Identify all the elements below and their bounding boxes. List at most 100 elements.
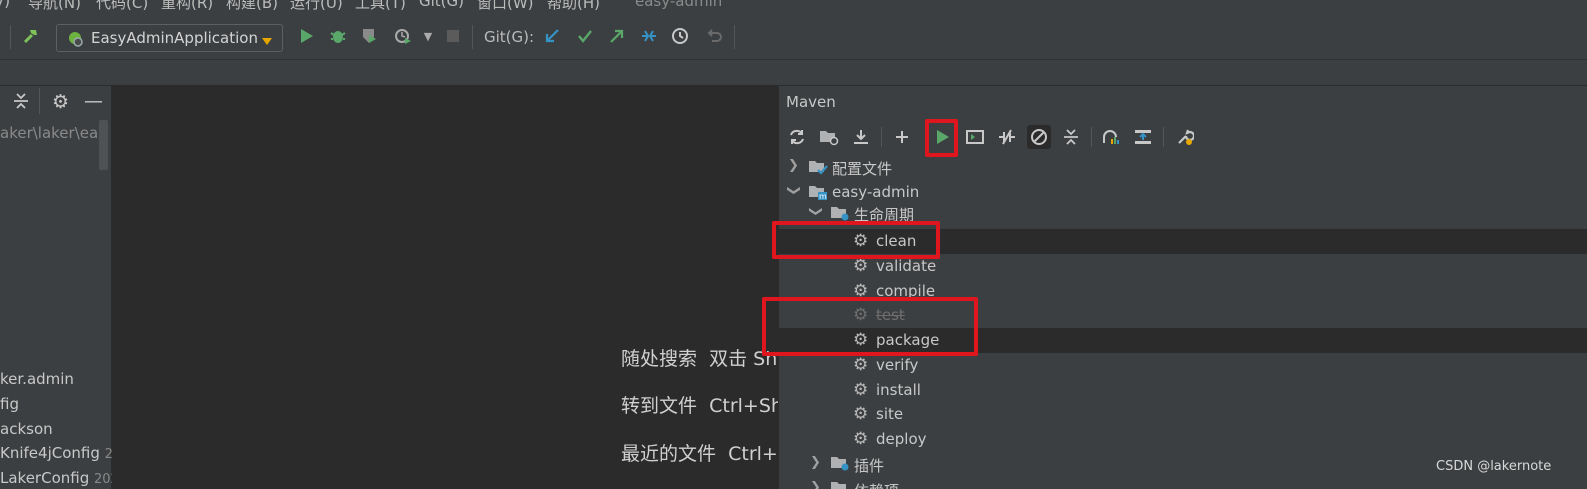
hint-label: 转到文件 [621, 395, 698, 417]
collapse-all-icon[interactable] [1059, 125, 1083, 149]
dependencies-folder-icon [830, 479, 850, 489]
navigation-bar [0, 60, 1587, 86]
hint-label: 随处搜索 [621, 348, 698, 370]
tree-item[interactable]: LakerConfig 202 [0, 469, 119, 487]
show-dependencies-icon[interactable] [1099, 125, 1123, 149]
phase-label: deploy [876, 430, 927, 448]
toggle-offline-icon[interactable] [995, 125, 1019, 149]
hint-goto-file: 转到文件 Ctrl+Sh [621, 391, 783, 418]
add-icon[interactable] [890, 125, 914, 149]
chevron-down-icon [261, 33, 273, 51]
history-clock-icon[interactable] [669, 25, 691, 47]
highlight-package [762, 297, 978, 356]
menu-view[interactable]: V) [0, 0, 10, 10]
menu-tools[interactable]: 工具(T) [355, 0, 406, 13]
profile-icon[interactable] [392, 25, 414, 47]
highlight-run-button [925, 119, 958, 157]
svg-text:m: m [819, 192, 827, 201]
build-hammer-icon[interactable] [20, 25, 42, 47]
tree-node-dependencies[interactable]: ❯ 依赖项 [778, 477, 1587, 489]
tree-node-project[interactable]: ❯ m easy-admin [778, 180, 1587, 205]
hint-search-everywhere: 随处搜索 双击 Sh [621, 344, 777, 371]
tree-item[interactable]: Knife4jConfig 2 [0, 444, 113, 462]
maven-module-icon: m [808, 183, 828, 205]
chevron-down-icon[interactable]: ❯ [786, 185, 801, 196]
skip-tests-icon[interactable] [1027, 125, 1051, 149]
tree-item[interactable]: ackson [0, 420, 53, 438]
toolbar-separator [734, 25, 735, 49]
menu-build[interactable]: 构建(B) [226, 0, 278, 13]
tree-node-profiles[interactable]: ❯ 配置文件 [778, 155, 1587, 180]
gear-icon: ⚙ [853, 404, 869, 424]
minimize-icon[interactable]: — [1527, 0, 1542, 6]
collapse-all-icon[interactable] [12, 92, 30, 114]
profiles-folder-icon [808, 158, 828, 180]
tree-item-label: LakerConfig [0, 469, 90, 487]
git-label: Git(G): [484, 28, 535, 46]
menu-git[interactable]: Git(G) [419, 0, 464, 10]
run-config-label: EasyAdminApplication [91, 29, 258, 47]
project-title: easy-admin [635, 0, 723, 10]
scrollbar-thumb[interactable] [99, 120, 108, 170]
hint-shortcut: Ctrl+Sh [709, 395, 783, 417]
tree-item-label: Knife4jConfig [0, 444, 100, 462]
toolbar-separator [472, 25, 473, 49]
chevron-right-icon[interactable]: ❯ [810, 480, 821, 489]
panel-separator [39, 88, 40, 114]
git-commit-icon[interactable] [574, 25, 596, 47]
hint-recent-files: 最近的文件 Ctrl+ [621, 439, 778, 466]
phase-label: install [876, 381, 921, 399]
stop-icon[interactable] [442, 25, 464, 47]
maven-title: Maven [786, 93, 836, 111]
hide-panel-icon[interactable]: — [84, 90, 103, 112]
toolbar-separator [881, 127, 882, 147]
run-config-dropdown[interactable]: EasyAdminApplication [56, 24, 283, 52]
watermark: CSDN @lakernote [1436, 459, 1552, 474]
toolbar-separator [1163, 127, 1164, 147]
generate-sources-icon[interactable] [817, 125, 841, 149]
lifecycle-phase-deploy[interactable]: ⚙ deploy [778, 427, 1587, 452]
tree-item[interactable]: fig [0, 395, 19, 413]
menu-help[interactable]: 帮助(H) [547, 0, 600, 13]
menu-run[interactable]: 运行(U) [290, 0, 343, 13]
toolbar-separator [10, 25, 11, 49]
tree-node-label: 配置文件 [832, 160, 893, 178]
debug-icon[interactable] [327, 25, 349, 47]
menu-navigate[interactable]: 导航(N) [28, 0, 81, 13]
download-icon[interactable] [849, 125, 873, 149]
toolbar-separator [1091, 127, 1092, 147]
hint-shortcut: Ctrl+ [728, 443, 778, 465]
phase-label: site [876, 405, 904, 423]
reload-icon[interactable] [785, 125, 809, 149]
git-push-icon[interactable] [606, 25, 628, 47]
menu-window[interactable]: 窗口(W) [477, 0, 534, 13]
chevron-right-icon[interactable]: ❯ [788, 158, 799, 173]
coverage-icon[interactable] [358, 25, 380, 47]
menu-code[interactable]: 代码(C) [96, 0, 148, 13]
gear-icon[interactable]: ⚙ [52, 91, 69, 113]
highlight-clean [772, 221, 940, 259]
editor-area [112, 86, 778, 489]
git-merge-icon[interactable] [638, 25, 660, 47]
phase-label: validate [876, 257, 937, 275]
tree-node-label: 依赖项 [854, 480, 899, 489]
lifecycle-phase-site[interactable]: ⚙ site [778, 402, 1587, 427]
maven-settings-wrench-icon[interactable] [1173, 125, 1197, 149]
phase-label: verify [876, 356, 919, 374]
tree-item[interactable]: ker.admin [0, 370, 74, 388]
plugins-folder-icon [830, 454, 850, 476]
gear-icon: ⚙ [853, 355, 869, 375]
git-update-icon[interactable] [541, 25, 563, 47]
execute-goal-icon[interactable] [963, 125, 987, 149]
lifecycle-phase-verify[interactable]: ⚙ verify [778, 353, 1587, 378]
lifecycle-phase-install[interactable]: ⚙ install [778, 378, 1587, 403]
menu-refactor[interactable]: 重构(R) [161, 0, 213, 13]
chevron-right-icon[interactable]: ❯ [810, 455, 821, 470]
project-path: aker\laker\easy- [0, 124, 100, 142]
chevron-down-icon[interactable]: ❯ [808, 206, 823, 217]
collapse-modules-icon[interactable] [1131, 125, 1155, 149]
rollback-icon[interactable] [703, 25, 725, 47]
more-run-chevron-icon[interactable]: ▼ [417, 25, 439, 47]
run-icon[interactable] [296, 25, 318, 47]
gear-icon: ⚙ [853, 380, 869, 400]
